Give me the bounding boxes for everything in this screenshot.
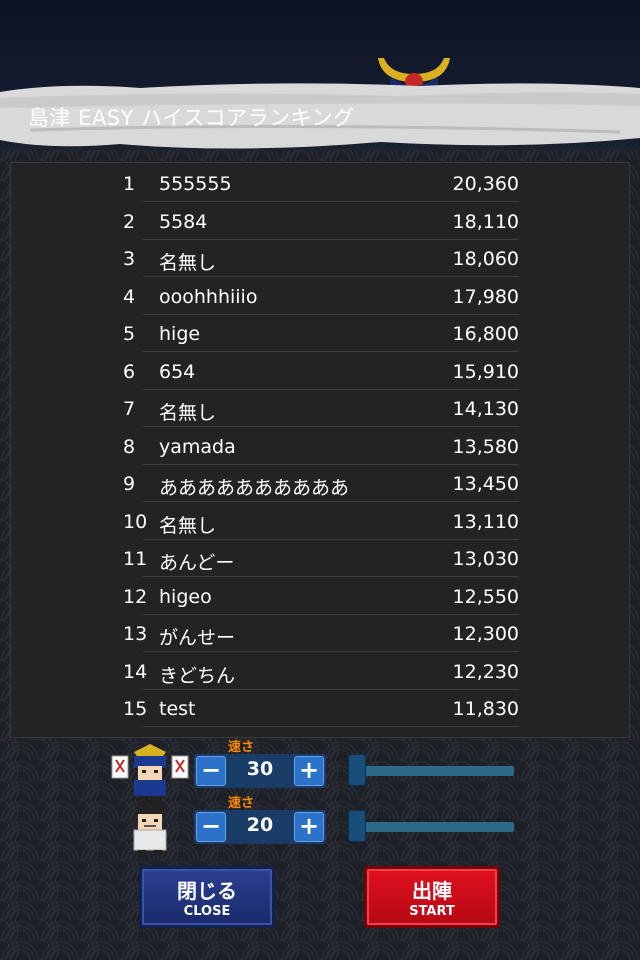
speed-stepper: − 30 + — [194, 754, 326, 788]
row-divider — [143, 726, 519, 727]
ranking-row: 12 higeo 12,550 — [11, 578, 629, 615]
rank-number: 4 — [123, 285, 136, 308]
rank-number: 14 — [123, 660, 148, 683]
start-button-sublabel: START — [409, 904, 455, 919]
ninja-avatar-icon — [133, 800, 167, 856]
speed-label: 速さ — [228, 796, 255, 811]
player-score: 14,130 — [452, 398, 519, 420]
rank-number: 13 — [123, 623, 148, 645]
ranking-row: 11 あんどー 13,030 — [11, 540, 629, 577]
player-name: 名無し — [159, 252, 217, 274]
rank-number: 8 — [123, 435, 136, 458]
player-score: 15,910 — [452, 360, 519, 383]
player-score: 12,550 — [452, 585, 519, 608]
player-name: ooohhhiiio — [159, 285, 258, 308]
close-button[interactable]: 閉じる CLOSE — [139, 866, 275, 928]
ranking-row: 3 名無し 18,060 — [11, 240, 629, 277]
ranking-row: 7 名無し 14,130 — [11, 390, 629, 427]
player-name: yamada — [159, 435, 236, 458]
player-name: test — [159, 698, 196, 720]
ranking-row: 14 きどちん 12,230 — [11, 653, 629, 690]
start-button[interactable]: 出陣 START — [364, 866, 500, 928]
player-score: 18,110 — [452, 210, 519, 233]
player-score: 12,300 — [452, 623, 519, 645]
player-name: 名無し — [159, 514, 217, 537]
page-title: 島津 EASY ハイスコアランキング — [28, 106, 355, 130]
player-score: 13,450 — [452, 473, 519, 495]
increase-speed-button[interactable]: + — [294, 812, 324, 842]
rank-number: 6 — [123, 360, 136, 383]
ranking-row: 5 hige 16,800 — [11, 315, 629, 352]
rank-number: 1 — [123, 173, 136, 195]
decrease-speed-button[interactable]: − — [196, 812, 226, 842]
player-name: がんせー — [159, 627, 236, 649]
speed-label: 速さ — [228, 740, 255, 755]
ranking-row: 1 555555 20,360 — [11, 165, 629, 202]
player-score: 13,030 — [452, 548, 519, 570]
speed-slider-handle[interactable] — [348, 810, 366, 842]
rank-number: 10 — [123, 510, 148, 533]
player-name: 5584 — [159, 210, 208, 233]
player-name: あんどー — [159, 552, 235, 574]
samurai-avatar-icon — [111, 744, 189, 802]
speed-value: 20 — [246, 814, 274, 836]
rank-number: 2 — [123, 210, 136, 233]
decrease-speed-button[interactable]: − — [196, 756, 226, 786]
player-score: 12,230 — [452, 660, 519, 683]
speed-stepper: − 20 + — [194, 810, 326, 844]
player-name: ああああああああああ — [159, 477, 350, 499]
player-score: 13,580 — [452, 435, 519, 458]
player2-speed-control: 速さ − 20 + — [110, 796, 530, 858]
rank-number: 11 — [123, 548, 148, 570]
speed-slider[interactable] — [350, 766, 514, 776]
player-score: 17,980 — [452, 285, 519, 308]
ranking-row: 15 test 11,830 — [11, 690, 629, 727]
player-score: 18,060 — [452, 248, 519, 270]
rank-number: 9 — [123, 473, 136, 495]
speed-slider-handle[interactable] — [348, 754, 366, 786]
ranking-row: 2 5584 18,110 — [11, 203, 629, 240]
player-score: 20,360 — [452, 173, 519, 195]
player-name: hige — [159, 323, 201, 345]
start-button-label: 出陣 — [412, 879, 452, 903]
ranking-list[interactable]: 1 555555 20,360 2 5584 18,110 3 名無し 18,060 4 ooohh… — [10, 162, 630, 738]
player-name: higeo — [159, 585, 212, 608]
rank-number: 3 — [123, 248, 136, 270]
player-name: 555555 — [159, 173, 232, 195]
close-button-sublabel: CLOSE — [183, 904, 231, 919]
player-name: きどちん — [159, 664, 236, 687]
speed-value: 30 — [246, 758, 274, 780]
ranking-row: 8 yamada 13,580 — [11, 428, 629, 465]
player-name: 名無し — [159, 402, 217, 424]
player-score: 13,110 — [452, 510, 519, 533]
player1-speed-control: 速さ − 30 + — [110, 740, 530, 802]
player-score: 16,800 — [452, 323, 519, 345]
ranking-row: 10 名無し 13,110 — [11, 503, 629, 540]
speed-slider[interactable] — [350, 822, 514, 832]
close-button-label: 閉じる — [177, 879, 237, 903]
rank-number: 7 — [123, 398, 136, 420]
player-name: 654 — [159, 360, 196, 383]
ranking-row: 6 654 15,910 — [11, 353, 629, 390]
rank-number: 5 — [123, 323, 136, 345]
rank-number: 15 — [123, 698, 148, 720]
player-score: 11,830 — [452, 698, 519, 720]
increase-speed-button[interactable]: + — [294, 756, 324, 786]
ranking-row: 9 ああああああああああ 13,450 — [11, 465, 629, 502]
ranking-row: 13 がんせー 12,300 — [11, 615, 629, 652]
ranking-row: 4 ooohhhiiio 17,980 — [11, 278, 629, 315]
rank-number: 12 — [123, 585, 148, 608]
